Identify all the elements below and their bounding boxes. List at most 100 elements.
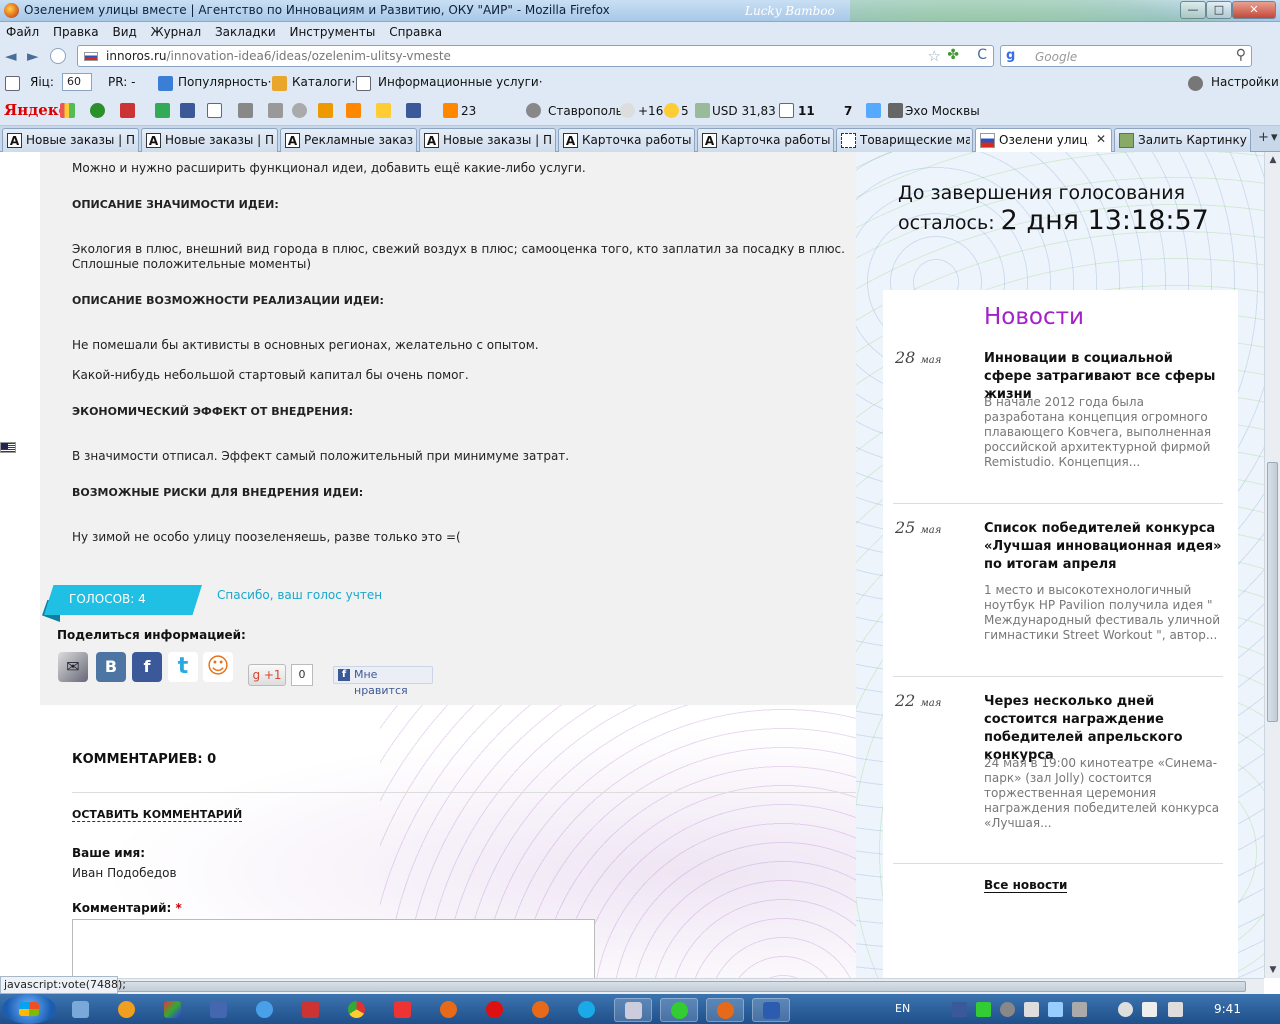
tab-list-button[interactable]: ▾ — [1271, 130, 1278, 145]
stats-icon[interactable] — [60, 103, 75, 118]
scroll-thumb[interactable] — [1267, 462, 1278, 722]
search-input[interactable]: Google — [1035, 50, 1077, 64]
us-flag-icon[interactable] — [0, 442, 16, 453]
forward-icon[interactable]: ► — [27, 47, 45, 65]
facebook-like-button[interactable]: Мне нравится — [333, 666, 433, 697]
reload-icon[interactable]: C — [977, 47, 987, 63]
search-box[interactable]: g Google ⚲ — [1000, 45, 1252, 67]
menu-tools[interactable]: Инструменты — [289, 22, 375, 42]
bookmark-share-icon[interactable]: ✉ — [58, 652, 88, 682]
mail-icon[interactable] — [207, 103, 222, 118]
vertical-scrollbar[interactable]: ▲ ▼ — [1264, 152, 1280, 978]
task-media[interactable] — [108, 998, 146, 1022]
tray-network-icon[interactable] — [1000, 1002, 1015, 1017]
task-save[interactable] — [200, 998, 238, 1022]
disk-icon[interactable] — [292, 103, 307, 118]
tray-facebook-icon[interactable] — [952, 1002, 967, 1017]
user-icon[interactable] — [238, 103, 253, 118]
clover-icon[interactable]: ✤ — [947, 47, 959, 63]
task-skype[interactable] — [568, 998, 606, 1022]
back-icon[interactable]: ◄ — [5, 47, 23, 65]
task-yandex[interactable] — [384, 998, 422, 1022]
address-bar[interactable]: innoros.ru/innovation-idea6/ideas/ozelen… — [77, 45, 994, 67]
task-paint[interactable] — [154, 998, 192, 1022]
at-count[interactable]: 7 — [844, 104, 852, 118]
news-headline[interactable]: Через несколько дней состоится награжден… — [984, 693, 1224, 765]
mail-counter-icon[interactable] — [443, 103, 458, 118]
address-url[interactable]: innoros.ru/innovation-idea6/ideas/ozelen… — [106, 49, 451, 63]
people-icon[interactable] — [376, 103, 391, 118]
task-icq[interactable] — [660, 998, 698, 1022]
speaker-icon[interactable] — [888, 103, 903, 118]
tab-5[interactable]: A Карточка работы ... — [558, 128, 695, 152]
search-icon[interactable]: ⚲ — [1236, 47, 1246, 63]
twitter-share-icon[interactable]: t — [168, 652, 198, 682]
task-opera[interactable] — [476, 998, 514, 1022]
leave-comment-link[interactable]: ОСТАВИТЬ КОММЕНТАРИЙ — [72, 808, 243, 822]
menu-file[interactable]: Файл — [6, 22, 39, 42]
search-engine-icon[interactable]: g — [1006, 48, 1015, 63]
settings-menu[interactable]: Настройки· — [1211, 75, 1280, 89]
tab-8-active[interactable]: Озелени улиц... ✕ — [975, 128, 1112, 152]
tray-lang-flag-icon[interactable] — [1142, 1002, 1157, 1017]
new-tab-button[interactable]: + — [1258, 130, 1269, 145]
horizontal-scroll-thumb[interactable] — [16, 981, 1246, 992]
radio-station[interactable]: Эхо Москвы — [905, 104, 980, 118]
tab-1[interactable]: A Новые заказы | П... — [2, 128, 139, 152]
task-firefox-2[interactable] — [430, 998, 468, 1022]
tray-sync-icon[interactable] — [976, 1002, 991, 1017]
menu-help[interactable]: Справка — [389, 22, 442, 42]
gear-icon[interactable] — [1188, 76, 1203, 91]
menu-history[interactable]: Журнал — [151, 22, 202, 42]
print-icon[interactable] — [268, 103, 283, 118]
bookmark-star-toolbar-icon[interactable] — [490, 103, 505, 118]
scroll-down-icon[interactable]: ▼ — [1265, 962, 1280, 978]
menu-bookmarks[interactable]: Закладки — [215, 22, 276, 42]
task-firefox-3[interactable] — [522, 998, 560, 1022]
comment-textarea[interactable] — [72, 919, 595, 978]
start-button[interactable] — [2, 994, 56, 1024]
menu-view[interactable]: Вид — [112, 22, 136, 42]
vk-share-icon[interactable]: В — [96, 652, 126, 682]
minimize-button[interactable]: — — [1180, 1, 1206, 19]
task-word[interactable] — [752, 998, 790, 1022]
menu-edit[interactable]: Правка — [53, 22, 99, 42]
info-services-menu[interactable]: Информационные услуги· — [378, 75, 543, 89]
popularity-menu[interactable]: Популярность· — [178, 75, 271, 89]
task-ie[interactable] — [246, 998, 284, 1022]
traffic-level[interactable]: 5 — [681, 104, 689, 118]
tray-disk-icon[interactable] — [1118, 1002, 1133, 1017]
facebook-toolbar-icon[interactable] — [406, 103, 421, 118]
tab-2[interactable]: A Новые заказы | П... — [141, 128, 278, 152]
catalogs-menu[interactable]: Каталоги· — [292, 75, 355, 89]
tab-3[interactable]: A Рекламные заказ... — [280, 128, 417, 152]
toolbar-menu-icon[interactable] — [5, 76, 20, 91]
task-explorer[interactable] — [62, 998, 100, 1022]
percent-icon[interactable] — [318, 103, 333, 118]
yandex-logo[interactable]: Яндекс — [4, 101, 68, 119]
task-window[interactable] — [614, 998, 652, 1022]
tray-speaker-icon[interactable] — [1168, 1002, 1183, 1017]
tab-close-icon[interactable]: ✕ — [1096, 132, 1106, 146]
history-dropdown-icon[interactable] — [50, 48, 66, 64]
scroll-up-icon[interactable]: ▲ — [1265, 152, 1280, 168]
cursor-icon[interactable] — [155, 103, 170, 118]
city-name[interactable]: Ставрополь — [548, 104, 623, 118]
vk-toolbar-icon[interactable] — [180, 103, 195, 118]
tray-flag-icon[interactable] — [1024, 1002, 1039, 1017]
horizontal-scrollbar[interactable] — [0, 978, 1264, 994]
facebook-share-icon[interactable]: f — [132, 652, 162, 682]
tab-9[interactable]: Залить Картинку - ... — [1114, 128, 1251, 152]
rating-icon[interactable] — [120, 103, 135, 118]
task-firefox-active[interactable] — [706, 998, 744, 1022]
google-plus-button[interactable]: g +1 — [248, 664, 286, 686]
tab-7[interactable]: Товарищеские ма... — [836, 128, 973, 152]
close-button[interactable]: ✕ — [1232, 1, 1276, 19]
tab-4[interactable]: A Новые заказы | П... — [419, 128, 556, 152]
odnoklassniki-share-icon[interactable]: ☺ — [203, 652, 233, 682]
tray-monitor-icon[interactable] — [1048, 1002, 1063, 1017]
language-indicator[interactable]: EN — [895, 1002, 910, 1015]
usd-rate[interactable]: USD 31,83 — [712, 104, 776, 118]
bookmark-star-icon[interactable]: ☆ — [928, 47, 941, 65]
temperature[interactable]: +16 — [638, 104, 663, 118]
